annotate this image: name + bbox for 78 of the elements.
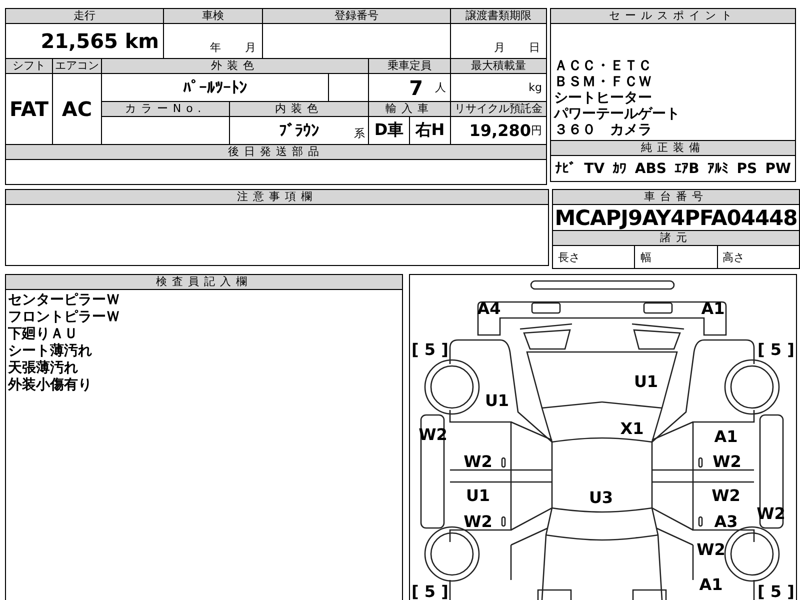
column-header: 輸入車: [369, 102, 450, 116]
damage-code: [ 5 ]: [758, 582, 794, 600]
inspector-note: センターピラーＷ: [8, 292, 120, 309]
damage-code: X1: [620, 419, 644, 438]
damage-code: A3: [714, 512, 738, 531]
damage-code: U1: [466, 486, 490, 505]
section-header: 注意事項欄: [6, 190, 548, 204]
color-suffix: 系: [354, 126, 365, 141]
capacity-value: 7: [409, 76, 423, 100]
recycle-fee-value: 19,280: [469, 121, 531, 140]
damage-code: U1: [634, 372, 658, 391]
damage-code: W2: [464, 512, 492, 531]
section-header: セールスポイント: [551, 9, 795, 23]
month-unit: 月: [245, 40, 256, 55]
day-unit: 日: [529, 40, 540, 55]
spec-label: 長さ: [553, 246, 634, 268]
yen-unit: 円: [531, 123, 542, 138]
sales-point-line: パワーテールゲート: [554, 106, 680, 122]
load-unit: kg: [528, 81, 542, 94]
sales-point-line: ＡＣＣ・ＥＴＣ: [554, 58, 652, 74]
equipment-item: PS: [736, 160, 758, 176]
column-header: シフト: [6, 59, 52, 73]
column-header: 車検: [164, 9, 262, 23]
sales-point-line: ＢＳＭ・ＦＣＷ: [554, 74, 652, 90]
column-header: 内装色: [230, 102, 368, 116]
damage-code: U3: [588, 488, 614, 507]
capacity-unit: 人: [435, 80, 446, 95]
damage-code: A1: [701, 299, 725, 318]
chassis-number: MCAPJ9AY4PFA04448: [553, 205, 799, 230]
sales-point-line: シートヒーター: [554, 90, 652, 106]
spec-label: 高さ: [718, 246, 799, 268]
exterior-color-value: ﾊﾟｰﾙﾂｰﾄﾝ: [102, 74, 328, 101]
equipment-item: ｶﾜ: [612, 160, 627, 176]
equipment-item: PW: [765, 160, 791, 176]
inspector-note: シート薄汚れ: [8, 343, 92, 360]
column-header: 走行: [6, 9, 163, 23]
damage-code: A1: [714, 427, 738, 446]
column-header: 譲渡書類期限: [451, 9, 546, 23]
spec-label: 幅: [635, 246, 717, 268]
column-header: 乗車定員: [369, 59, 450, 73]
section-header: 検査員記入欄: [6, 275, 402, 289]
inspector-note: 下廻りＡＵ: [8, 326, 78, 343]
damage-code: W2: [712, 486, 740, 505]
column-header: リサイクル預託金: [451, 102, 546, 116]
equipment-item: ｱﾙﾐ: [708, 160, 729, 176]
equipment-item: ｴｱB: [674, 160, 700, 176]
sales-point-line: ３６０ カメラ: [554, 122, 652, 138]
month-unit: 月: [494, 40, 505, 55]
damage-code: W2: [712, 452, 742, 471]
damage-code: [ 5 ]: [412, 340, 448, 359]
column-header: カラーNo.: [102, 102, 229, 116]
damage-code: U1: [484, 391, 510, 410]
damage-code: W2: [696, 540, 726, 559]
damage-code: W2: [464, 452, 492, 471]
column-header: 最大積載量: [451, 59, 546, 73]
aircon-value: AC: [53, 74, 101, 144]
shift-value: FAT: [6, 74, 52, 144]
damage-code: A1: [699, 575, 723, 594]
section-header: 諸元: [553, 231, 799, 245]
column-header: エアコン: [53, 59, 101, 73]
section-header: 後日発送部品: [6, 145, 546, 159]
equipment-item: TV: [584, 160, 605, 176]
mileage-value: 21,565 km: [6, 24, 163, 58]
equipment-item: ﾅﾋﾞ: [555, 160, 576, 176]
inspector-note: フロントピラーＷ: [8, 309, 120, 326]
dealer-value: D車: [369, 117, 409, 144]
section-header: 車台番号: [553, 190, 799, 204]
year-unit: 年: [210, 40, 221, 55]
inspector-note: 天張薄汚れ: [8, 360, 78, 377]
equipment-item: ABS: [634, 160, 666, 176]
column-header: 外装色: [102, 59, 368, 73]
steering-value: 右H: [410, 117, 450, 144]
damage-code: [ 5 ]: [412, 582, 448, 600]
column-header: 登録番号: [263, 9, 450, 23]
damage-code: [ 5 ]: [758, 340, 794, 359]
inspector-note: 外装小傷有り: [8, 377, 92, 394]
interior-color-value: ﾌﾞﾗｳﾝ: [279, 121, 319, 140]
section-header: 純正装備: [551, 141, 795, 155]
